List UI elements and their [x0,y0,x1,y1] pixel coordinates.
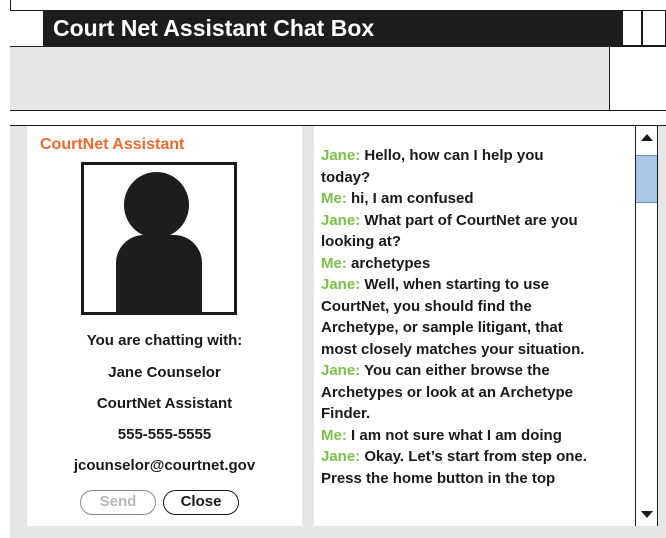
chat-message-line: Archetypes or look at an Archetype [321,384,573,401]
chat-message-line: Jane: Well, when starting to use [321,276,549,293]
chat-message-line: Me: hi, I am confused [321,190,474,207]
chat-message-text: I am not sure what I am doing [346,427,562,444]
chat-speaker-label: Me: [321,190,347,207]
chat-message-text: You can either browse the [360,362,550,379]
chat-message-text: looking at? [321,233,401,250]
send-button[interactable]: Send [80,490,156,515]
window-control-button[interactable] [622,10,642,46]
chat-message-text: CourtNet, you should find the [321,298,532,315]
chat-message-line: today? [321,169,370,186]
chat-message-line: Jane: Okay. Let’s start from step one. [321,448,587,465]
chat-message-line: Jane: You can either browse the [321,362,550,379]
scroll-down-arrow-icon[interactable] [636,502,657,526]
chatting-with-label: You are chatting with: [86,332,243,349]
chat-message-line: Press the home button in the top [321,470,555,487]
chat-message-text: Archetype, or sample litigant, that [321,319,563,336]
avatar-body [116,235,202,312]
chat-speaker-label: Me: [321,427,347,444]
window-title: Court Net Assistant Chat Box [53,15,375,41]
assistant-role: CourtNet Assistant [96,395,233,412]
assistant-name: Jane Counselor [108,364,221,381]
chat-message-line: looking at? [321,233,401,250]
window-control-button[interactable] [642,10,666,46]
chat-message-text: today? [321,169,371,186]
chat-message-line: Jane: What part of CourtNet are you [321,212,578,229]
chat-message-line: Finder. [321,405,370,422]
header-side-box [609,46,666,111]
assistant-phone: 555-555-5555 [117,426,212,443]
assistant-panel-heading: CourtNet Assistant [40,136,185,153]
chat-message-text: hi, I am confused [346,190,474,207]
chat-speaker-label: Jane: [321,448,361,465]
chat-speaker-label: Me: [321,255,347,272]
avatar-head [124,172,189,238]
chat-speaker-label: Jane: [321,212,361,229]
close-button[interactable]: Close [163,490,239,515]
chat-message-text: Press the home button in the top [321,470,556,487]
chat-message-text: archetypes [346,255,431,272]
header-panel [10,46,666,111]
title-bar-left-cap [10,10,43,46]
chat-message-line: CourtNet, you should find the [321,298,532,315]
chat-message-line: Me: archetypes [321,255,430,272]
chat-message-line: most closely matches your situation. [321,341,584,358]
chat-message-text: Finder. [321,405,371,422]
chat-speaker-label: Jane: [321,362,361,379]
chat-message-text: Well, when starting to use [360,276,550,293]
person-silhouette-icon [81,162,237,315]
chat-message-text: What part of CourtNet are you [360,212,578,229]
chat-scrollbar[interactable] [635,126,658,526]
assistant-email: jcounselor@courtnet.gov [73,457,256,474]
scroll-up-arrow-icon[interactable] [636,126,657,150]
chat-message-text: Hello, how can I help you [360,147,544,164]
title-bar: Court Net Assistant Chat Box [0,0,666,46]
chat-message-text: most closely matches your situation. [321,341,585,358]
chat-message-line: Jane: Hello, how can I help you [321,147,544,164]
chat-message-line: Archetype, or sample litigant, that [321,319,563,336]
chat-message-text: Archetypes or look at an Archetype [321,384,574,401]
header-gap [10,111,666,125]
scroll-thumb[interactable] [636,155,657,203]
chat-speaker-label: Jane: [321,276,361,293]
chat-message-line: Me: I am not sure what I am doing [321,427,562,444]
chat-speaker-label: Jane: [321,147,361,164]
chat-message-text: Okay. Let’s start from step one. [360,448,587,465]
